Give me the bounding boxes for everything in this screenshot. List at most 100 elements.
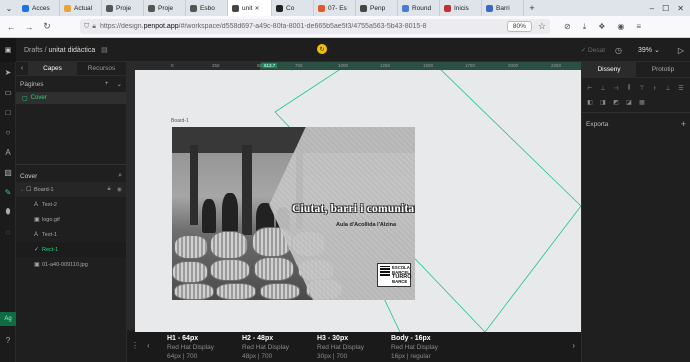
bool-difference-icon[interactable]: ◨: [599, 98, 607, 106]
layer-row[interactable]: ▣ logo.gif: [16, 212, 126, 227]
file-menu-icon[interactable]: ▤: [101, 47, 108, 54]
url-field[interactable]: ⛉ 🔒︎ https://design.penpot.app/#/workspa…: [80, 19, 550, 34]
comments-tool-icon[interactable]: ◌: [0, 222, 16, 242]
browser-tab[interactable]: Penp: [356, 0, 398, 16]
downloads-icon[interactable]: ⤓: [583, 22, 587, 32]
close-window-icon[interactable]: ✕: [677, 4, 684, 13]
close-tab-icon[interactable]: ✕: [254, 5, 259, 12]
collapse-pages-icon[interactable]: ⌄: [117, 80, 122, 88]
logo-text: ESCOLA BARCEL TURRÓ BARCE: [392, 265, 412, 284]
tab-prototype[interactable]: Prototip: [636, 62, 690, 78]
tab-assets[interactable]: Recursos: [77, 62, 126, 76]
browser-tab[interactable]: Round: [398, 0, 440, 16]
board-label[interactable]: Board-1: [171, 118, 189, 124]
typography-item[interactable]: H1 - 64px Red Hat Display 64px | 700: [167, 335, 214, 360]
layer-row[interactable]: ✓ Rect-1: [16, 242, 126, 257]
search-icon[interactable]: ⌕: [118, 172, 122, 180]
browser-tab[interactable]: Barri: [482, 0, 524, 16]
tab-label: 07- Es: [328, 4, 347, 12]
breadcrumb: Drafts / unitat didàctica ▤: [24, 46, 108, 54]
align-bottom-icon[interactable]: ⊥: [664, 84, 672, 92]
breadcrumb-drafts[interactable]: Drafts: [24, 47, 43, 54]
view-mode-play-icon[interactable]: ▷: [678, 46, 684, 55]
page-zoom-badge[interactable]: 80%: [506, 21, 532, 32]
visibility-eye-icon[interactable]: ◉: [117, 186, 122, 193]
path-tool-icon[interactable]: ⬮: [0, 202, 16, 222]
basket: [174, 283, 214, 300]
layer-row[interactable]: A Text-2: [16, 197, 126, 212]
typography-options-icon[interactable]: ⋮: [131, 341, 139, 350]
typography-prev-icon[interactable]: ‹: [147, 341, 150, 350]
reload-icon[interactable]: ↻: [40, 21, 54, 32]
pointer-tool-icon[interactable]: ➤: [0, 62, 16, 82]
menu-icon[interactable]: ≡: [636, 22, 641, 32]
typography-next-icon[interactable]: ›: [572, 341, 575, 350]
typography-item[interactable]: H2 - 48px Red Hat Display 48px | 700: [242, 335, 289, 360]
browser-tab[interactable]: Acces: [18, 0, 60, 16]
maximize-icon[interactable]: ☐: [662, 4, 669, 13]
bool-exclude-icon[interactable]: ◪: [625, 98, 633, 106]
board-tool-icon[interactable]: ▭: [0, 82, 16, 102]
layer-row[interactable]: A Text-1: [16, 227, 126, 242]
align-right-icon[interactable]: ⊣: [612, 84, 620, 92]
bool-intersect-icon[interactable]: ◩: [612, 98, 620, 106]
penpot-logo-icon[interactable]: ▣: [0, 37, 16, 62]
align-top-icon[interactable]: ⊤: [638, 84, 646, 92]
tab-layers[interactable]: Capes: [28, 61, 77, 76]
project-name[interactable]: unitat didàctica: [49, 47, 96, 54]
photo-person: [222, 193, 238, 233]
board-subtitle-text[interactable]: Aula d'Acollida l'Alzina: [336, 222, 396, 228]
browser-tab[interactable]: Esbo: [186, 0, 228, 16]
distribute-v-icon[interactable]: ☰: [677, 84, 685, 92]
design-canvas[interactable]: Board-1 Ciutat, barri i comunitat Aula d…: [135, 70, 581, 332]
pocket-icon[interactable]: ⊘: [564, 22, 571, 32]
browser-tab[interactable]: 07- Es: [314, 0, 356, 16]
forward-arrow-icon[interactable]: →: [22, 22, 36, 32]
board-title-text[interactable]: Ciutat, barri i comunitat: [292, 203, 415, 215]
align-hcenter-icon[interactable]: ⊥: [599, 84, 607, 92]
lock-icon[interactable]: 🔒︎: [108, 186, 111, 193]
minimize-icon[interactable]: –: [650, 4, 654, 13]
flatten-icon[interactable]: ▦: [638, 98, 646, 106]
browser-tab[interactable]: Proje: [102, 0, 144, 16]
browser-tab[interactable]: Co: [272, 0, 314, 16]
align-vcenter-icon[interactable]: ⊦: [651, 84, 659, 92]
export-title: Exporta: [586, 120, 609, 128]
page-item-cover[interactable]: ▢ Cover: [16, 92, 126, 104]
typography-item[interactable]: Body - 16px Red Hat Display 16px | regular: [391, 335, 438, 360]
add-page-icon[interactable]: +: [105, 80, 109, 88]
school-logo[interactable]: ESCOLA BARCEL TURRÓ BARCE: [377, 263, 412, 287]
bookmark-star-icon[interactable]: ☆: [538, 21, 546, 32]
board-1[interactable]: Ciutat, barri i comunitat Aula d'Acollid…: [172, 127, 415, 300]
layer-type-icon: ☐: [26, 187, 32, 193]
tab-favicon-icon: [106, 4, 113, 12]
zoom-select[interactable]: 39% ⌄: [638, 46, 660, 54]
text-tool-icon[interactable]: A: [0, 142, 16, 162]
history-icon[interactable]: ◷: [615, 46, 622, 55]
layer-row[interactable]: ▣ 01-a40-009110.jpg: [16, 257, 126, 272]
typography-item[interactable]: H3 - 30px Red Hat Display 30px | 700: [317, 335, 364, 360]
collapse-panel-icon[interactable]: ‹: [16, 65, 28, 72]
distribute-h-icon[interactable]: ⫼: [625, 84, 633, 92]
pencil-tool-icon[interactable]: ✎: [0, 182, 16, 202]
ellipse-tool-icon[interactable]: ○: [0, 122, 16, 142]
image-tool-icon[interactable]: ▨: [0, 162, 16, 182]
page-label: Cover: [30, 95, 47, 101]
account-icon[interactable]: ◉: [617, 22, 624, 32]
bool-union-icon[interactable]: ◧: [586, 98, 594, 106]
align-left-icon[interactable]: ⊢: [586, 84, 594, 92]
browser-tab[interactable]: unit ✕: [228, 0, 272, 16]
help-icon[interactable]: ?: [0, 330, 16, 350]
extensions-icon[interactable]: ❖: [598, 22, 605, 32]
rectangle-tool-icon[interactable]: □: [0, 102, 16, 122]
tab-design[interactable]: Disseny: [582, 61, 636, 78]
new-tab-button[interactable]: +: [524, 3, 540, 13]
browser-tab[interactable]: Inicis: [440, 0, 482, 16]
browser-tab[interactable]: Proje: [144, 0, 186, 16]
layer-row[interactable]: ⌄ ☐ Board-1 🔒︎ ◉: [16, 182, 126, 197]
browser-tab[interactable]: Actual: [60, 0, 102, 16]
user-avatar[interactable]: Ag: [0, 312, 16, 326]
tab-list-chevron-icon[interactable]: ⌄: [0, 0, 18, 16]
back-arrow-icon[interactable]: ←: [4, 22, 18, 32]
add-export-icon[interactable]: +: [681, 119, 686, 129]
